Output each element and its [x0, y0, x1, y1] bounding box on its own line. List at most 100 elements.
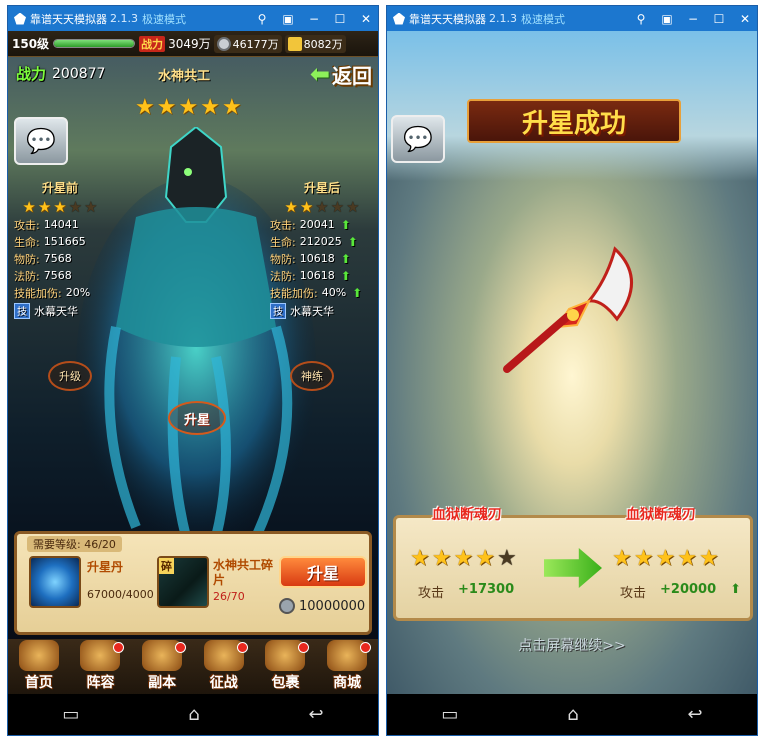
skill-before[interactable]: 技 水幕天华	[14, 301, 106, 320]
star-filled-icon: ★	[284, 198, 298, 216]
title-bar[interactable]: 靠谱天天模拟器 2.1.3 极速模式 ⚲ ▣ − ☐ ✕	[8, 6, 378, 31]
star-up-button[interactable]: 升星	[279, 556, 367, 588]
chat-button[interactable]: 💬	[391, 115, 445, 163]
maximize-icon[interactable]: ☐	[713, 12, 725, 26]
app-title: 靠谱天天模拟器	[409, 12, 486, 26]
menu-button[interactable]: 阵容	[72, 640, 128, 692]
menu-button[interactable]: 包裹	[257, 640, 313, 692]
menu-icon	[18, 640, 59, 671]
star-up-tab[interactable]: 升星	[168, 401, 226, 435]
star-filled-icon: ★	[200, 95, 220, 120]
android-nav-bar: ▭ ⌂ ↩	[387, 694, 757, 735]
level-up-tab[interactable]: 升级	[48, 361, 92, 391]
stars-before: ★ ★ ★ ★ ★	[410, 546, 517, 571]
stat-row: 法防: 10618 ⬆	[270, 267, 374, 284]
hero-name: 水神共工	[158, 69, 211, 84]
minimize-icon[interactable]: −	[687, 12, 699, 26]
star-filled-icon: ★	[135, 95, 155, 120]
menu-button[interactable]: 征战	[196, 640, 252, 692]
menu-button[interactable]: 副本	[134, 640, 190, 692]
menu-label: 副本	[148, 675, 177, 691]
star-empty-icon: ★	[346, 198, 360, 216]
star-empty-icon: ★	[315, 198, 329, 216]
star-filled-icon: ★	[698, 546, 719, 571]
android-nav-bar: ▭ ⌂ ↩	[8, 694, 378, 735]
attack-before-value: +17300	[458, 582, 515, 597]
skill-after[interactable]: 技 水幕天华	[270, 301, 374, 320]
stat-label: 法防:	[14, 269, 40, 283]
star-filled-icon: ★	[156, 95, 177, 120]
home-icon[interactable]: ⌂	[188, 704, 199, 725]
star-filled-icon: ★	[453, 546, 474, 571]
stat-value: 14041	[43, 218, 79, 231]
silver-coin-icon	[279, 598, 295, 614]
menu-label: 商城	[333, 675, 362, 691]
app-mode[interactable]: 极速模式	[521, 11, 565, 27]
stat-label: 技能加伤:	[14, 286, 62, 300]
stat-label: 攻击:	[270, 218, 296, 232]
pin-icon[interactable]: ⚲	[256, 12, 268, 26]
restore-icon[interactable]: ▣	[282, 12, 294, 26]
star-filled-icon: ★	[299, 198, 314, 216]
stat-row: 攻击: 20041 ⬆	[270, 216, 374, 233]
result-panel: 血狱断魂刃 血狱断魂刃 ★ ★ ★ ★ ★ ★ ★ ★ ★ ★ 攻击 +17300 攻击 +20…	[393, 507, 753, 621]
stat-label: 物防:	[270, 252, 296, 266]
stat-label: 生命:	[14, 235, 40, 249]
title-bar[interactable]: 靠谱天天模拟器 2.1.3 极速模式 ⚲ ▣ − ☐ ✕	[387, 6, 757, 31]
hero-fragment-item[interactable]: 碎	[157, 556, 209, 608]
tap-to-continue[interactable]: 点击屏幕继续>>	[387, 635, 757, 655]
maximize-icon[interactable]: ☐	[334, 12, 346, 26]
star-pill-qty: 67000/4000	[87, 588, 154, 601]
game-screen-success[interactable]: 升星成功 💬 血狱断魂刃 血狱断魂刃 ★ ★ ★ ★ ★ ★ ★ ★ ★ ★ 攻击 +17300…	[387, 31, 757, 695]
stat-label: 技能加伤:	[270, 286, 318, 300]
attack-label: 攻击	[620, 586, 647, 601]
stat-row: 攻击: 14041	[14, 216, 106, 233]
close-icon[interactable]: ✕	[360, 12, 372, 26]
menu-button[interactable]: 商城	[319, 640, 375, 692]
cost-value: 10000000	[299, 598, 366, 614]
upgrade-panel: 需要等级: 46/20 升星丹 67000/4000 碎 水神共工碎片 26/7…	[14, 531, 372, 635]
recent-apps-icon[interactable]: ▭	[441, 704, 458, 725]
weapon-name-after: 血狱断魂刃	[626, 507, 696, 523]
power-badge: 战力	[139, 35, 166, 52]
back-nav-icon[interactable]: ↩	[308, 704, 323, 725]
back-nav-icon[interactable]: ↩	[687, 704, 702, 725]
emulator-window-left: 靠谱天天模拟器 2.1.3 极速模式 ⚲ ▣ − ☐ ✕ 150级 战力 304…	[7, 5, 379, 736]
stat-label: 物防:	[14, 252, 40, 266]
stat-value: 10618	[299, 269, 335, 282]
skill-name: 水幕天华	[290, 304, 334, 318]
stat-label: 攻击:	[14, 218, 40, 232]
silver-resource[interactable]: 46177万	[213, 34, 282, 53]
restore-icon[interactable]: ▣	[661, 12, 673, 26]
notification-dot	[236, 642, 248, 653]
close-icon[interactable]: ✕	[739, 12, 751, 26]
gold-ingot-icon	[287, 36, 302, 51]
minimize-icon[interactable]: −	[308, 12, 320, 26]
app-version: 2.1.3	[110, 12, 138, 25]
pin-icon[interactable]: ⚲	[635, 12, 647, 26]
emulator-logo-icon	[393, 12, 405, 25]
home-icon[interactable]: ⌂	[567, 704, 578, 725]
menu-label: 阵容	[86, 675, 115, 691]
notification-dot	[298, 642, 310, 653]
app-title: 靠谱天天模拟器	[30, 12, 107, 26]
chat-button[interactable]: 💬	[14, 117, 68, 165]
hero-power-label: 战力	[16, 65, 47, 83]
star-filled-icon: ★	[410, 546, 430, 571]
stat-row: 技能加伤: 40% ⬆	[270, 284, 374, 301]
stats-before: 升星前 ★ ★ ★ ★ ★ 攻击: 14041 生命: 151665 物防: 7568 法防: 756…	[14, 179, 106, 320]
refine-tab[interactable]: 神练	[290, 361, 334, 391]
menu-button[interactable]: 首页	[11, 640, 67, 692]
star-pill-item[interactable]	[29, 556, 81, 608]
star-filled-icon: ★	[22, 198, 36, 216]
gold-resource[interactable]: 8082万	[284, 34, 346, 53]
upgrade-cost: 10000000	[279, 598, 365, 614]
stat-value: 20%	[65, 286, 91, 299]
stat-value: 40%	[321, 286, 347, 299]
stats-before-stars: ★ ★ ★ ★ ★	[14, 198, 106, 216]
emulator-logo-icon	[14, 12, 26, 25]
skill-name: 水幕天华	[34, 304, 78, 318]
app-mode[interactable]: 极速模式	[142, 11, 186, 27]
recent-apps-icon[interactable]: ▭	[62, 704, 79, 725]
back-button[interactable]: ⬅ 返回	[304, 59, 372, 89]
